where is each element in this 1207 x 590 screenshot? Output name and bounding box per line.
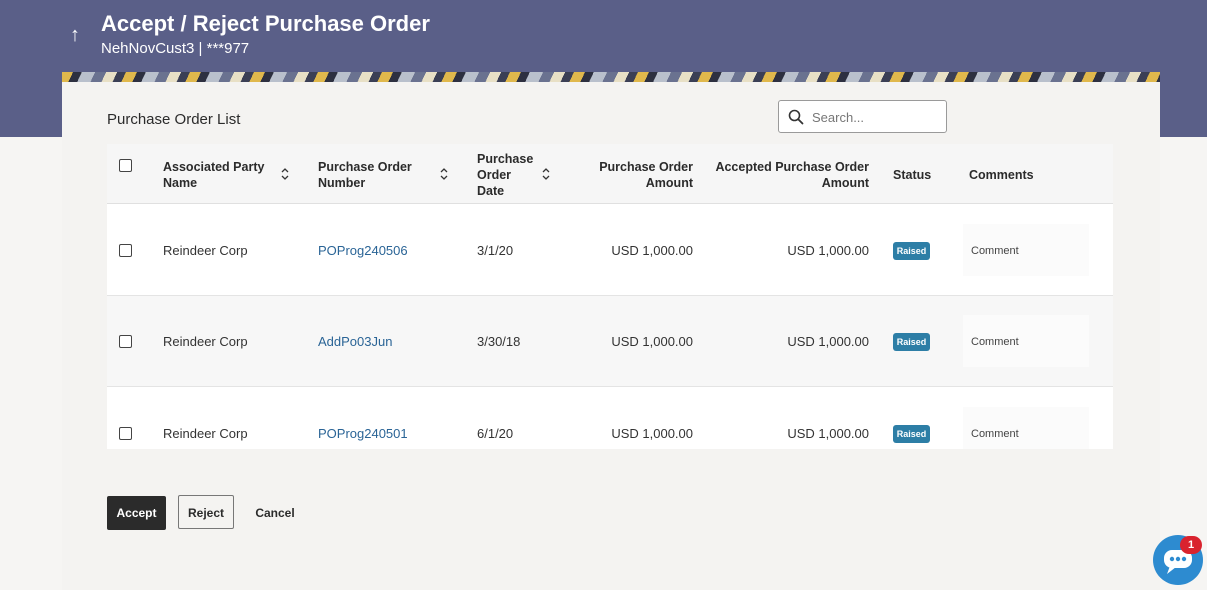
page-background-right (1160, 137, 1207, 590)
column-header-po-date-line2: Order (477, 168, 512, 182)
table-row: Reindeer Corp POProg240506 3/1/20 USD 1,… (107, 205, 1113, 296)
po-amount-cell: USD 1,000.00 (611, 426, 693, 441)
header-pattern-strip (62, 72, 1160, 82)
po-date-cell: 3/30/18 (477, 334, 521, 349)
purchase-order-table: Associated Party Name Purchase Order Num… (107, 144, 1113, 449)
sort-icon-party[interactable] (280, 167, 290, 181)
po-amount-cell: USD 1,000.00 (611, 334, 693, 349)
comment-field[interactable]: Comment (963, 315, 1089, 367)
party-name-cell: Reindeer Corp (163, 243, 248, 258)
table-row: Reindeer Corp AddPo03Jun 3/30/18 USD 1,0… (107, 296, 1113, 387)
table-header: Associated Party Name Purchase Order Num… (107, 144, 1113, 204)
column-header-status: Status (893, 168, 932, 182)
column-header-party: Associated Party Name (163, 159, 264, 191)
party-name-cell: Reindeer Corp (163, 334, 248, 349)
page-title: Accept / Reject Purchase Order (101, 11, 430, 36)
row-checkbox[interactable] (119, 427, 132, 440)
column-header-po-amount-line1: Purchase Order (599, 160, 693, 174)
accepted-amount-cell: USD 1,000.00 (787, 426, 869, 441)
search-box[interactable] (778, 100, 947, 133)
column-header-po-number-line2: Number (318, 176, 366, 190)
column-header-accepted-amount-line1: Accepted Purchase Order (715, 160, 869, 174)
po-number-link[interactable]: POProg240501 (318, 426, 408, 441)
status-badge: Raised (893, 333, 930, 351)
table-row: Reindeer Corp POProg240501 6/1/20 USD 1,… (107, 387, 1113, 449)
column-header-accepted-amount: Accepted Purchase Order Amount (703, 159, 869, 191)
select-all-checkbox[interactable] (119, 159, 132, 172)
page-background-left (0, 137, 62, 590)
notification-count-badge: 1 (1180, 536, 1202, 554)
search-input[interactable] (812, 107, 940, 127)
reject-button[interactable]: Reject (178, 495, 234, 529)
sort-icon-po-number[interactable] (439, 167, 449, 181)
column-header-party-line1: Associated Party (163, 160, 265, 174)
row-checkbox[interactable] (119, 244, 132, 257)
column-header-comments: Comments (969, 168, 1034, 182)
column-header-po-number-line1: Purchase Order (318, 160, 412, 174)
po-date-cell: 3/1/20 (477, 243, 514, 258)
section-title: Purchase Order List (107, 111, 241, 128)
po-amount-cell: USD 1,000.00 (611, 243, 693, 258)
cancel-button[interactable]: Cancel (252, 496, 298, 530)
accepted-amount-cell: USD 1,000.00 (787, 243, 869, 258)
status-badge: Raised (893, 425, 930, 443)
po-number-link[interactable]: AddPo03Jun (318, 334, 392, 349)
accepted-amount-cell: USD 1,000.00 (787, 334, 869, 349)
column-header-po-date-line3: Date (477, 184, 505, 198)
party-name-cell: Reindeer Corp (163, 426, 248, 441)
comment-field[interactable]: Comment (963, 407, 1089, 449)
comment-field[interactable]: Comment (963, 224, 1089, 276)
column-header-po-number: Purchase Order Number (318, 159, 412, 191)
po-date-cell: 6/1/20 (477, 426, 514, 441)
column-header-accepted-amount-line2: Amount (821, 176, 869, 190)
column-header-po-amount: Purchase Order Amount (573, 159, 693, 191)
row-checkbox[interactable] (119, 335, 132, 348)
column-header-po-date: Purchase Order Date (477, 151, 533, 199)
page-subtitle: NehNovCust3 | ***977 (101, 40, 250, 57)
column-header-po-amount-line2: Amount (645, 176, 693, 190)
po-number-link[interactable]: POProg240506 (318, 243, 408, 258)
back-arrow-icon[interactable]: ↑ (70, 24, 86, 46)
column-header-po-date-line1: Purchase (477, 152, 534, 166)
sort-icon-po-date[interactable] (541, 167, 551, 181)
column-header-party-line2: Name (163, 176, 198, 190)
status-badge: Raised (893, 242, 930, 260)
accept-button[interactable]: Accept (107, 496, 166, 530)
search-icon (788, 109, 804, 125)
